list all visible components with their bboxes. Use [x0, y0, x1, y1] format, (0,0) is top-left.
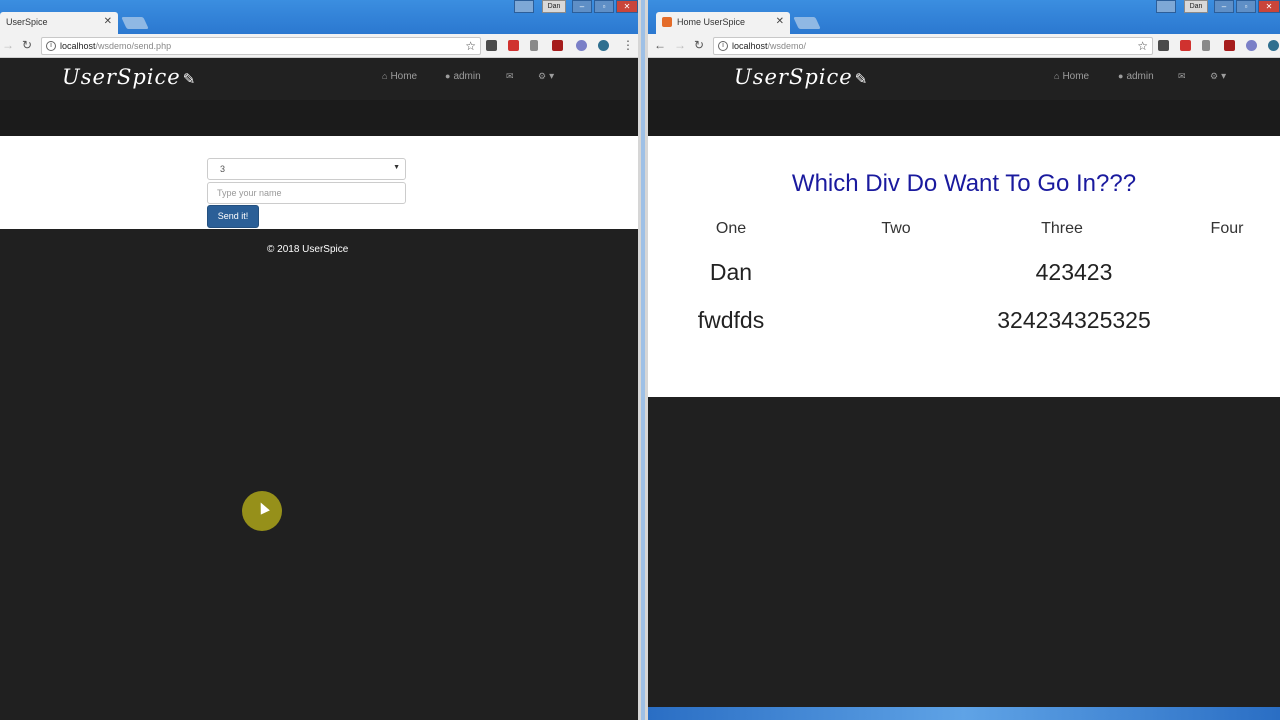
send-form-panel: 3 ▼ Send it! — [0, 136, 638, 229]
window-divider — [638, 0, 648, 720]
browser-window-left: UserSpice ✕ Dan – ▫ ✕ → ↻ i localhost/ws… — [0, 0, 638, 720]
caret-down-icon: ▾ — [1221, 71, 1227, 82]
row-2-one: fwdfds — [697, 307, 765, 333]
nav-settings-dropdown[interactable]: ⚙ ▾ — [538, 71, 554, 82]
pen-icon: ✎ — [854, 70, 869, 88]
window-controls: Dan – ▫ ✕ — [1156, 0, 1280, 13]
desktop-background-strip — [648, 707, 1280, 720]
div-select[interactable]: 3 ▼ — [207, 158, 406, 180]
minimize-icon[interactable]: – — [572, 0, 592, 13]
tab-home-userspice[interactable]: Home UserSpice ✕ — [656, 12, 790, 34]
column-header-one: One — [715, 220, 747, 237]
nav-admin[interactable]: ● admin — [445, 71, 481, 82]
url-field[interactable]: i localhost/wsdemo/send.php ☆ — [41, 37, 481, 55]
window-menu-icon[interactable] — [514, 0, 534, 13]
tab-close-icon[interactable]: ✕ — [776, 16, 784, 27]
nav-admin[interactable]: ● admin — [1118, 71, 1154, 82]
close-window-icon[interactable]: ✕ — [616, 0, 638, 13]
site-logo[interactable]: UserSpice ✎ — [734, 65, 868, 89]
reload-icon[interactable]: ↻ — [22, 39, 32, 51]
xampp-favicon-icon — [662, 17, 672, 27]
tab-strip: UserSpice ✕ Dan – ▫ ✕ — [0, 0, 638, 34]
select-caret-icon: ▼ — [393, 164, 400, 171]
nav-home[interactable]: ⌂ Home — [1054, 71, 1089, 82]
ublock-icon[interactable] — [1224, 40, 1235, 51]
tab-userspice[interactable]: UserSpice ✕ — [0, 12, 118, 34]
ublock-icon[interactable] — [552, 40, 563, 51]
sub-header — [0, 100, 638, 136]
back-icon[interactable]: ← — [654, 39, 666, 51]
nav-messages[interactable]: ✉ — [506, 71, 517, 82]
new-tab-button[interactable] — [793, 17, 821, 29]
sub-header — [648, 100, 1280, 136]
name-input[interactable] — [207, 182, 406, 204]
home-icon: ⌂ — [382, 71, 388, 81]
pocket-icon[interactable] — [486, 40, 497, 51]
window-controls: Dan – ▫ ✕ — [514, 0, 638, 13]
minimize-icon[interactable]: – — [1214, 0, 1234, 13]
home-icon: ⌂ — [1054, 71, 1060, 81]
feather-icon[interactable] — [1202, 40, 1210, 51]
tab-close-icon[interactable]: ✕ — [104, 16, 112, 27]
row-1-three: 423423 — [1035, 259, 1113, 285]
extension-icon[interactable] — [1246, 40, 1257, 51]
new-tab-button[interactable] — [121, 17, 149, 29]
info-icon: i — [46, 41, 56, 51]
maximize-icon[interactable]: ▫ — [1236, 0, 1256, 13]
nav-settings-dropdown[interactable]: ⚙ ▾ — [1210, 71, 1226, 82]
row-1-one: Dan — [709, 259, 753, 285]
bookmark-star-icon[interactable]: ☆ — [1137, 39, 1148, 53]
user-icon: ● — [445, 71, 451, 81]
bookmark-star-icon[interactable]: ☆ — [465, 39, 476, 53]
maximize-icon[interactable]: ▫ — [594, 0, 614, 13]
nav-home[interactable]: ⌂ Home — [382, 71, 417, 82]
site-navbar: UserSpice ✎ ⌂ Home ● admin ✉ ⚙ ▾ — [0, 59, 638, 100]
address-bar: → ↻ i localhost/wsdemo/send.php ☆ ⋮ — [0, 34, 638, 58]
window-menu-icon[interactable] — [1156, 0, 1176, 13]
tab-strip: Home UserSpice ✕ Dan – ▫ ✕ — [648, 0, 1280, 34]
profile-badge[interactable]: Dan — [542, 0, 566, 13]
envelope-icon: ✉ — [506, 71, 514, 81]
profile-badge[interactable]: Dan — [1184, 0, 1208, 13]
gears-icon: ⚙ — [538, 71, 547, 81]
forward-icon[interactable]: → — [2, 39, 14, 51]
forward-icon[interactable]: → — [674, 39, 686, 51]
row-2-three: 324234325325 — [997, 307, 1151, 333]
browser-window-right: Home UserSpice ✕ Dan – ▫ ✕ ← → ↻ i local… — [648, 0, 1280, 720]
info-icon: i — [718, 41, 728, 51]
envelope-icon: ✉ — [1178, 71, 1186, 81]
site-logo[interactable]: UserSpice ✎ — [62, 65, 196, 89]
gears-icon: ⚙ — [1210, 71, 1219, 81]
column-header-two: Two — [881, 220, 911, 237]
address-bar: ← → ↻ i localhost/wsdemo/ ☆ — [648, 34, 1280, 58]
url-field[interactable]: i localhost/wsdemo/ ☆ — [713, 37, 1153, 55]
extension-icon-2[interactable] — [1268, 40, 1279, 51]
lastpass-icon[interactable] — [1180, 40, 1191, 51]
column-header-four: Four — [1210, 220, 1244, 237]
nav-messages[interactable]: ✉ — [1178, 71, 1189, 82]
menu-dots-icon[interactable]: ⋮ — [622, 39, 634, 51]
pen-icon: ✎ — [182, 70, 197, 88]
tab-title: UserSpice — [6, 17, 48, 27]
footer-copyright: © 2018 UserSpice — [267, 244, 349, 255]
feather-icon[interactable] — [530, 40, 538, 51]
divs-panel: Which Div Do Want To Go In??? One Two Th… — [648, 136, 1280, 397]
extension-icon[interactable] — [576, 40, 587, 51]
send-button[interactable]: Send it! — [207, 205, 259, 228]
extension-icon-2[interactable] — [598, 40, 609, 51]
lastpass-icon[interactable] — [508, 40, 519, 51]
column-header-three: Three — [1041, 220, 1083, 237]
page-title: Which Div Do Want To Go In??? — [791, 170, 1137, 197]
caret-down-icon: ▾ — [549, 71, 555, 82]
tab-title: Home UserSpice — [677, 17, 746, 27]
reload-icon[interactable]: ↻ — [694, 39, 704, 51]
pocket-icon[interactable] — [1158, 40, 1169, 51]
close-window-icon[interactable]: ✕ — [1258, 0, 1280, 13]
site-navbar: UserSpice ✎ ⌂ Home ● admin ✉ ⚙ ▾ — [648, 59, 1280, 100]
user-icon: ● — [1118, 71, 1124, 81]
